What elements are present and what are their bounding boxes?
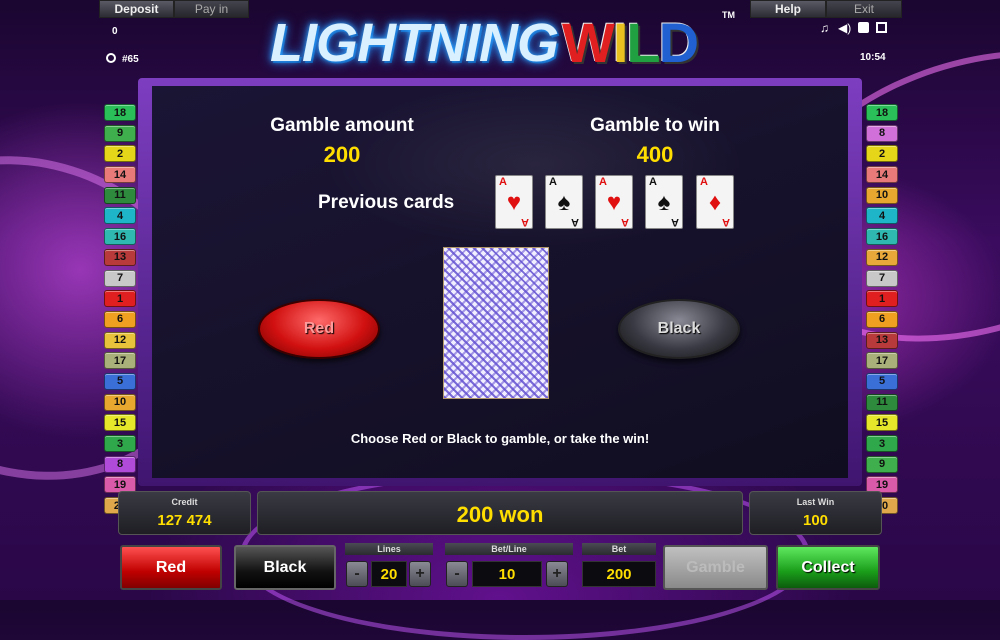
- bet-value: 200: [582, 561, 656, 587]
- line-badge-left[interactable]: 18: [104, 104, 136, 121]
- lines-value: 20: [371, 561, 407, 587]
- gamble-to-win-label: Gamble to win: [590, 115, 720, 136]
- line-badge-left[interactable]: 13: [104, 248, 136, 266]
- line-badge-left[interactable]: 5: [104, 372, 136, 390]
- line-badge-right[interactable]: 17: [866, 352, 898, 370]
- fullscreen-icon[interactable]: [876, 22, 887, 33]
- line-badge-left[interactable]: 15: [104, 414, 136, 432]
- line-badge-left[interactable]: 3: [104, 435, 136, 452]
- game-logo: LIGHTNING WILD TM: [270, 10, 735, 74]
- line-badge-left[interactable]: 1: [104, 290, 136, 308]
- line-badge-right[interactable]: 6: [866, 310, 898, 328]
- gamble-amount-value: 200: [323, 142, 361, 167]
- exit-button[interactable]: Exit: [826, 0, 902, 18]
- line-badge-right[interactable]: 13: [866, 331, 898, 349]
- line-badge-right[interactable]: 4: [866, 207, 898, 225]
- previous-cards-label: Previous cards: [318, 192, 455, 213]
- last-win-panel: Last Win 100: [749, 491, 882, 535]
- last-win-value: 100: [802, 512, 829, 529]
- line-badge-right[interactable]: 7: [866, 269, 898, 287]
- face-down-card: [443, 247, 549, 399]
- line-badge-right[interactable]: 10: [866, 186, 898, 204]
- music-icon[interactable]: ♫: [820, 21, 829, 35]
- lines-label: Lines: [345, 543, 433, 555]
- line-badge-right[interactable]: 3: [866, 435, 898, 452]
- lines-right: 18 8 2 14 10 4 16 12 7 1 6 13 17 5 11 15 3 9 19 20: [866, 104, 900, 518]
- line-badge-right[interactable]: 15: [866, 414, 898, 432]
- black-gamble-button[interactable]: Black: [618, 299, 740, 359]
- spin-icon: [106, 53, 116, 63]
- previous-card: A ♠ A: [545, 175, 583, 229]
- previous-card: A ♥ A: [495, 175, 533, 229]
- session-id: #65: [122, 54, 139, 65]
- betline-label: Bet/Line: [445, 543, 573, 555]
- settings-icon[interactable]: [858, 22, 869, 33]
- black-button[interactable]: Black: [234, 545, 336, 590]
- betline-plus-button[interactable]: +: [546, 561, 568, 587]
- line-badge-right[interactable]: 11: [866, 393, 898, 411]
- deposit-button[interactable]: Deposit: [99, 0, 174, 18]
- lines-plus-button[interactable]: +: [409, 561, 431, 587]
- gamble-button[interactable]: Gamble: [663, 545, 768, 590]
- clock: 10:54: [860, 52, 886, 63]
- line-badge-left[interactable]: 17: [104, 352, 136, 370]
- pay-in-button[interactable]: Pay in: [174, 0, 249, 18]
- lines-left: 1892141141613716121751015381920: [104, 104, 138, 518]
- line-badge-left[interactable]: 4: [104, 207, 136, 225]
- line-badge-right[interactable]: 5: [866, 372, 898, 390]
- line-badge-left[interactable]: 11: [104, 186, 136, 204]
- line-badge-left[interactable]: 8: [104, 455, 136, 473]
- win-panel: 200 won: [257, 491, 743, 535]
- betline-minus-button[interactable]: -: [446, 561, 468, 587]
- line-badge-left[interactable]: 16: [104, 228, 136, 246]
- line-badge-right[interactable]: 1: [866, 290, 898, 308]
- balance-text: 0: [112, 26, 118, 37]
- gamble-to-win-value: 400: [636, 142, 674, 167]
- line-badge-right[interactable]: 16: [866, 228, 898, 246]
- line-badge-right[interactable]: 9: [866, 455, 898, 473]
- credit-panel: Credit 127 474: [118, 491, 251, 535]
- line-badge-left[interactable]: 6: [104, 310, 136, 328]
- line-badge-right[interactable]: 18: [866, 104, 898, 121]
- line-badge-left[interactable]: 14: [104, 166, 136, 184]
- lines-minus-button[interactable]: -: [346, 561, 368, 587]
- bet-label: Bet: [582, 543, 656, 555]
- line-badge-right[interactable]: 12: [866, 248, 898, 266]
- red-gamble-button[interactable]: Red: [258, 299, 380, 359]
- line-badge-left[interactable]: 2: [104, 145, 136, 163]
- betline-value: 10: [472, 561, 542, 587]
- red-button[interactable]: Red: [120, 545, 222, 590]
- instruction-message: Choose Red or Black to gamble, or take t…: [350, 431, 650, 446]
- previous-card: A ♥ A: [595, 175, 633, 229]
- speaker-icon[interactable]: ◀): [838, 21, 851, 35]
- previous-card: A ♠ A: [645, 175, 683, 229]
- collect-button[interactable]: Collect: [776, 545, 880, 590]
- won-text: 200 won: [456, 502, 544, 527]
- line-badge-right[interactable]: 8: [866, 124, 898, 142]
- line-badge-right[interactable]: 2: [866, 145, 898, 163]
- line-badge-left[interactable]: 10: [104, 393, 136, 411]
- line-badge-left[interactable]: 9: [104, 124, 136, 142]
- line-badge-right[interactable]: 14: [866, 166, 898, 184]
- previous-card: A ♦ A: [696, 175, 734, 229]
- line-badge-left[interactable]: 7: [104, 269, 136, 287]
- credit-value: 127 474: [157, 512, 212, 529]
- help-button[interactable]: Help: [750, 0, 826, 18]
- gamble-amount-label: Gamble amount: [270, 115, 414, 136]
- line-badge-left[interactable]: 12: [104, 331, 136, 349]
